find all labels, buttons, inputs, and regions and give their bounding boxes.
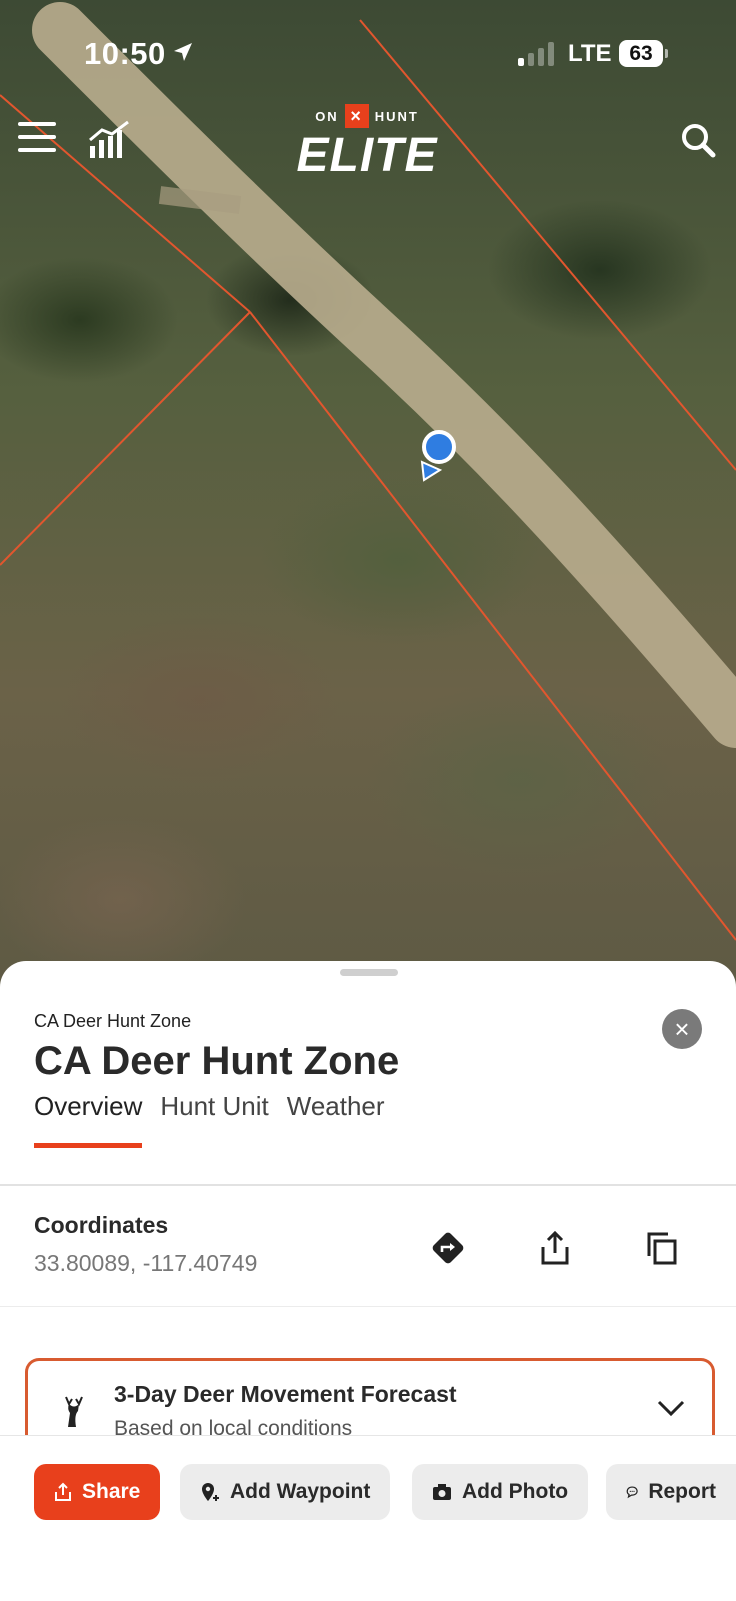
share-icon <box>55 1482 71 1501</box>
logo-x-mark: × <box>344 104 369 128</box>
tab-weather[interactable]: Weather <box>287 1091 385 1148</box>
logo-hunt-text: HUNT <box>374 108 419 124</box>
hunt-zone-boundary <box>0 311 251 566</box>
action-bar: Share Add Waypoint Add Photo Report <box>0 1435 736 1601</box>
tab-hunt-unit[interactable]: Hunt Unit <box>160 1091 268 1148</box>
waypoint-pin-icon <box>202 1483 219 1501</box>
status-time: 10:50 <box>84 36 166 71</box>
share-button[interactable]: Share <box>34 1464 161 1520</box>
onx-hunt-elite-logo: ON × HUNT ELITE <box>284 104 450 182</box>
add-photo-button[interactable]: Add Photo <box>412 1464 589 1520</box>
location-arrow-icon <box>172 41 194 68</box>
tab-overview[interactable]: Overview <box>34 1091 143 1148</box>
sheet-subtitle: CA Deer Hunt Zone <box>34 1011 192 1031</box>
chevron-down-icon[interactable] <box>656 1399 686 1422</box>
add-photo-label: Add Photo <box>462 1480 569 1503</box>
logo-on-text: ON <box>315 108 339 124</box>
coordinates-label: Coordinates <box>34 1212 169 1238</box>
cellular-signal-icon <box>518 42 554 66</box>
report-label: Report <box>648 1480 716 1503</box>
sheet-grabber[interactable] <box>340 969 398 976</box>
section-divider <box>0 1306 736 1307</box>
close-icon[interactable]: × <box>662 1009 702 1049</box>
battery-icon: 63 <box>619 40 668 67</box>
status-bar: 10:50 LTE 63 <box>0 0 736 100</box>
add-waypoint-button[interactable]: Add Waypoint <box>180 1464 391 1520</box>
logo-elite-text: ELITE <box>296 129 438 182</box>
forecast-title: 3-Day Deer Movement Forecast <box>114 1381 457 1407</box>
share-button-label: Share <box>82 1480 141 1503</box>
road-spur <box>158 186 242 214</box>
share-icon[interactable] <box>535 1228 575 1268</box>
sheet-tabs: Overview Hunt Unit Weather <box>34 1091 385 1148</box>
copy-icon[interactable] <box>642 1228 682 1268</box>
directions-icon[interactable] <box>428 1228 468 1268</box>
coordinates-value[interactable]: 33.80089, -117.40749 <box>34 1250 257 1277</box>
tabs-divider <box>0 1184 736 1186</box>
analytics-icon[interactable] <box>88 120 130 165</box>
camera-icon <box>433 1484 451 1500</box>
menu-icon[interactable] <box>18 122 56 156</box>
network-type: LTE <box>568 40 612 67</box>
report-button[interactable]: Report <box>606 1464 736 1520</box>
user-location-icon[interactable] <box>420 430 456 482</box>
add-waypoint-label: Add Waypoint <box>230 1480 371 1503</box>
search-icon[interactable] <box>680 122 716 163</box>
deer-icon <box>60 1395 88 1434</box>
comment-icon <box>626 1486 638 1499</box>
sheet-title: CA Deer Hunt Zone <box>34 1039 400 1083</box>
